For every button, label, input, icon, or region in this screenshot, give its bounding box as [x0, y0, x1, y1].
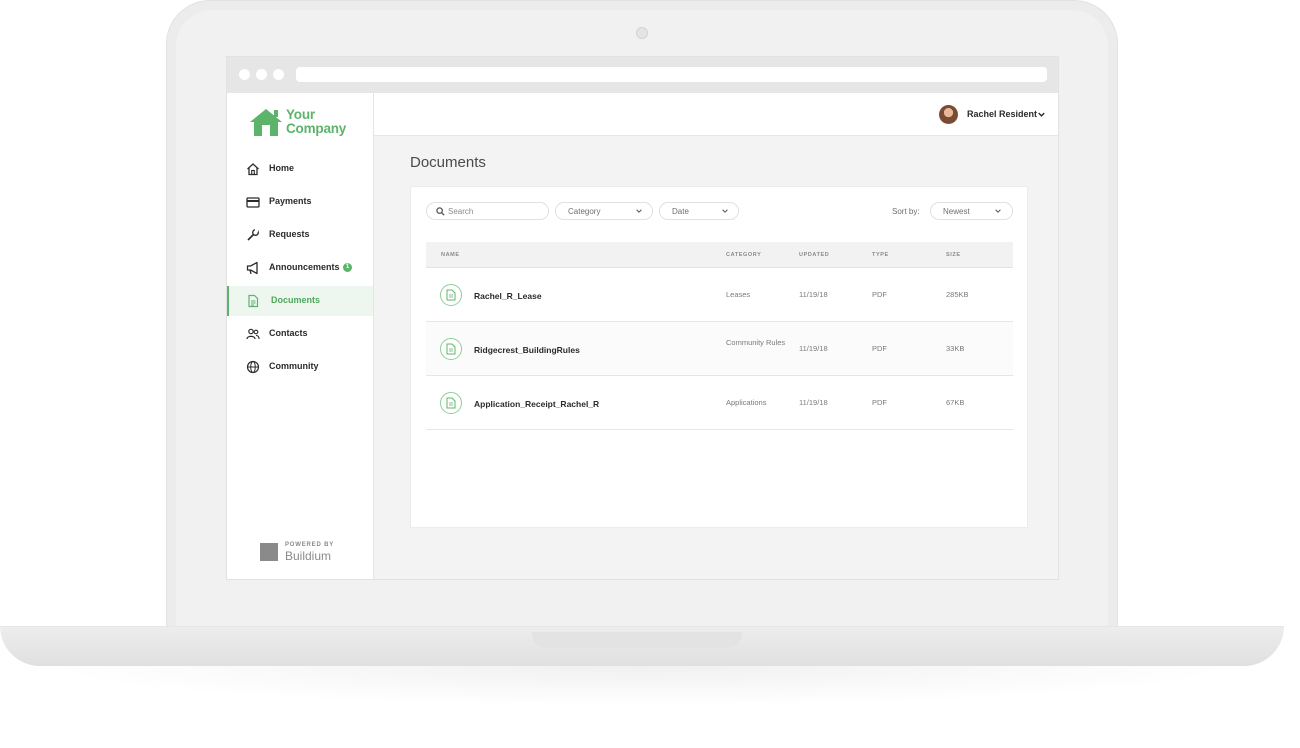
company-name-line1: Your — [286, 107, 315, 122]
document-icon — [248, 294, 259, 308]
document-name[interactable]: Ridgecrest_BuildingRules — [474, 345, 580, 355]
document-size: 33KB — [946, 344, 965, 353]
document-name[interactable]: Rachel_R_Lease — [474, 291, 542, 301]
chevron-down-icon — [995, 209, 1001, 213]
document-type: PDF — [872, 290, 887, 299]
window-close-dot[interactable] — [239, 69, 250, 80]
documents-card: Search Category Date Sort by: Newest NAM… — [410, 186, 1028, 528]
credit-card-icon — [246, 197, 260, 208]
date-filter-label: Date — [672, 207, 689, 216]
document-category: Community Rules — [726, 338, 786, 347]
laptop-shadow — [40, 666, 1240, 706]
chevron-down-icon — [636, 209, 642, 213]
house-icon — [250, 109, 282, 136]
document-type: PDF — [872, 344, 887, 353]
document-size: 285KB — [946, 290, 969, 299]
sort-value: Newest — [943, 207, 970, 216]
sidebar-item-label: Payments — [269, 196, 312, 206]
search-placeholder: Search — [448, 207, 474, 216]
address-bar[interactable] — [296, 67, 1047, 82]
category-filter[interactable]: Category — [555, 202, 653, 220]
sidebar-item-label: Community — [269, 361, 319, 371]
sidebar-item-label: Contacts — [269, 328, 308, 338]
wrench-icon — [247, 229, 259, 241]
chevron-down-icon — [722, 209, 728, 213]
sidebar: Your Company Home Payments Requests Anno… — [227, 93, 374, 579]
sidebar-item-home[interactable]: Home — [227, 154, 373, 184]
search-input[interactable]: Search — [426, 202, 549, 220]
file-icon — [440, 338, 462, 360]
search-icon — [436, 207, 445, 216]
powered-by-brand: Buildium — [285, 549, 332, 563]
column-header-updated[interactable]: UPDATED — [799, 252, 829, 258]
sidebar-item-label: Documents — [271, 295, 321, 305]
table-row[interactable]: Rachel_R_Lease Leases 11/19/18 PDF 285KB — [426, 268, 1013, 322]
home-icon — [247, 163, 259, 176]
window-maximize-dot[interactable] — [273, 69, 284, 80]
date-filter[interactable]: Date — [659, 202, 739, 220]
sidebar-item-label: Announcements — [269, 262, 340, 272]
company-logo[interactable]: Your Company — [248, 107, 358, 141]
chevron-down-icon[interactable] — [1037, 110, 1046, 119]
sidebar-item-requests[interactable]: Requests — [227, 220, 373, 250]
file-icon — [440, 284, 462, 306]
document-size: 67KB — [946, 398, 965, 407]
document-category: Leases — [726, 290, 751, 299]
globe-icon — [246, 360, 260, 374]
sort-select[interactable]: Newest — [930, 202, 1013, 220]
powered-by-label: POWERED BY — [285, 542, 335, 548]
page-title: Documents — [410, 154, 486, 171]
sidebar-item-contacts[interactable]: Contacts — [227, 319, 373, 349]
powered-by-logo[interactable]: POWERED BY Buildium — [260, 540, 350, 563]
people-icon — [246, 328, 260, 340]
table-row[interactable]: Application_Receipt_Rachel_R Application… — [426, 376, 1013, 430]
file-icon — [440, 392, 462, 414]
document-name[interactable]: Application_Receipt_Rachel_R — [474, 399, 599, 409]
document-updated: 11/19/18 — [799, 290, 828, 299]
company-name-line2: Company — [286, 121, 347, 136]
window-minimize-dot[interactable] — [256, 69, 267, 80]
sidebar-item-label: Requests — [269, 229, 310, 239]
sidebar-item-payments[interactable]: Payments — [227, 187, 373, 217]
sort-label: Sort by: — [892, 207, 920, 216]
column-header-size[interactable]: SIZE — [946, 252, 961, 258]
browser-chrome — [227, 57, 1058, 93]
user-name[interactable]: Rachel Resident — [967, 109, 1037, 119]
buildium-logo-icon — [260, 543, 278, 561]
megaphone-icon — [246, 261, 258, 275]
avatar[interactable] — [939, 105, 958, 124]
column-header-category[interactable]: CATEGORY — [726, 252, 761, 258]
sidebar-item-announcements[interactable]: Announcements 1 — [227, 253, 373, 283]
table-header: NAME CATEGORY UPDATED TYPE SIZE — [426, 242, 1013, 268]
document-updated: 11/19/18 — [799, 344, 828, 353]
notification-badge: 1 — [343, 263, 352, 272]
document-type: PDF — [872, 398, 887, 407]
column-header-type[interactable]: TYPE — [872, 252, 889, 258]
document-updated: 11/19/18 — [799, 398, 828, 407]
sidebar-item-community[interactable]: Community — [227, 352, 373, 382]
column-header-name[interactable]: NAME — [441, 252, 460, 258]
table-row[interactable]: Ridgecrest_BuildingRules Community Rules… — [426, 322, 1013, 376]
camera-icon — [636, 27, 648, 39]
category-filter-label: Category — [568, 207, 601, 216]
sidebar-item-label: Home — [269, 163, 295, 173]
top-header: Rachel Resident — [374, 93, 1058, 136]
laptop-notch — [532, 632, 742, 648]
document-category: Applications — [726, 398, 767, 407]
browser-window: Your Company Home Payments Requests Anno… — [227, 57, 1058, 579]
sidebar-item-documents[interactable]: Documents — [227, 286, 373, 316]
